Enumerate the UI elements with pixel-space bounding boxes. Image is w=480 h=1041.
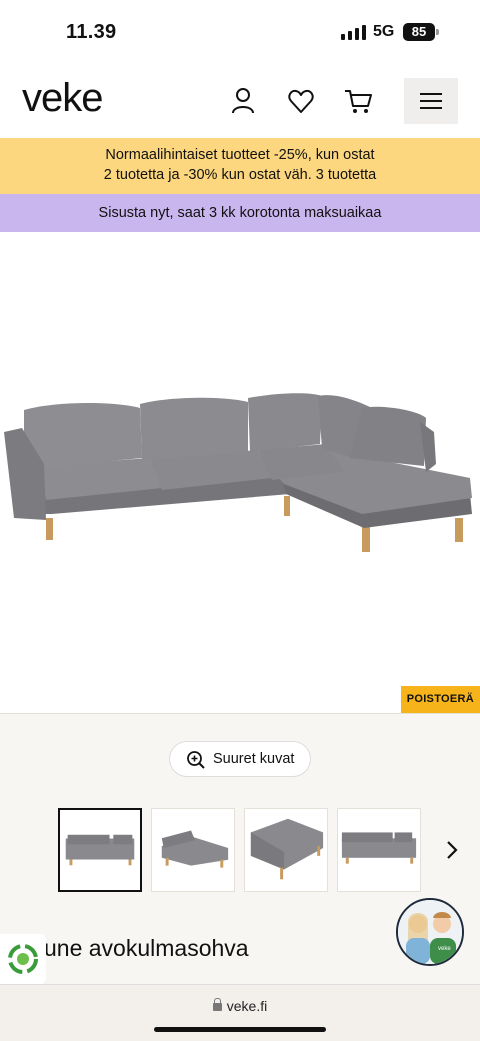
url-text: veke.fi (226, 998, 268, 1014)
lock-icon (212, 998, 222, 1011)
promo-line-1: Normaalihintaiset tuotteet -25%, kun ost… (105, 147, 375, 163)
gallery-section: Suuret kuvat une avokulmasohva veke (0, 714, 480, 984)
site-header: veke (0, 66, 480, 138)
financing-banner[interactable]: Sisusta nyt, saat 3 kk korotonta maksuai… (0, 194, 480, 232)
heart-icon[interactable] (286, 86, 316, 116)
user-icon[interactable] (228, 86, 258, 116)
eco-badge[interactable] (0, 934, 46, 984)
home-indicator[interactable] (154, 1027, 326, 1032)
chevron-right-icon[interactable] (444, 840, 460, 860)
battery-icon: 85 (403, 23, 435, 41)
large-images-label: Suuret kuvat (213, 751, 295, 767)
product-title: une avokulmasohva (44, 935, 249, 961)
menu-button[interactable] (404, 78, 458, 124)
signal-icon (341, 24, 367, 40)
thumbnail-3[interactable] (244, 808, 328, 892)
large-images-button[interactable]: Suuret kuvat (169, 741, 311, 777)
status-time: 11.39 (66, 21, 117, 43)
zoom-in-icon (186, 750, 206, 770)
product-image[interactable]: POISTOERÄ (0, 232, 480, 714)
svg-text:veke: veke (438, 946, 451, 952)
cart-icon[interactable] (343, 86, 373, 116)
clearance-badge: POISTOERÄ (400, 686, 480, 713)
thumbnail-4[interactable] (337, 808, 421, 892)
promo-banner[interactable]: Normaalihintaiset tuotteet -25%, kun ost… (0, 138, 480, 194)
promo-line-2: 2 tuotetta ja -30% kun ostat väh. 3 tuot… (103, 167, 377, 183)
browser-url-bar[interactable]: veke.fi (0, 984, 480, 1041)
sofa-illustration (4, 393, 472, 552)
status-bar: 11.39 5G 85 (0, 0, 480, 66)
thumbnail-1[interactable] (58, 808, 142, 892)
veke-logo[interactable]: veke (22, 76, 103, 121)
customer-service-avatar[interactable]: veke (396, 898, 464, 966)
network-label: 5G (373, 23, 395, 40)
battery-tip (436, 29, 439, 35)
menu-icon (420, 93, 442, 95)
thumbnail-2[interactable] (151, 808, 235, 892)
